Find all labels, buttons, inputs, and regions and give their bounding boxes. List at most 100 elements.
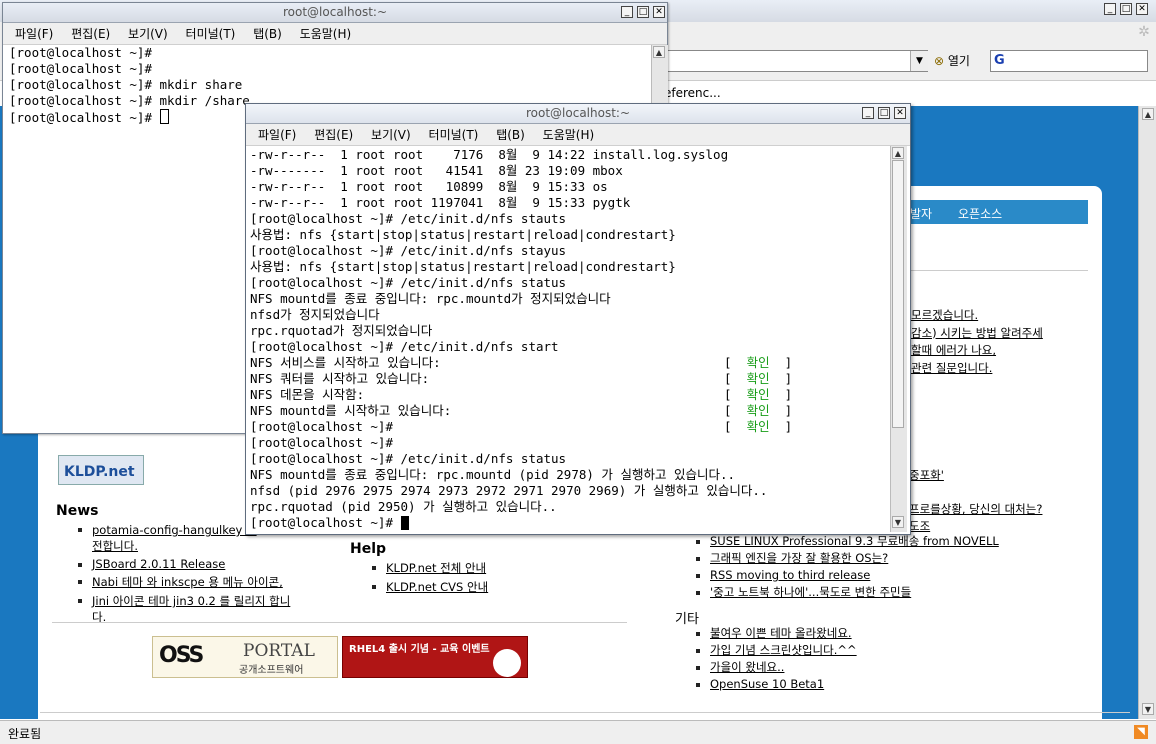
list-item[interactable]: 불여우 이쁜 테마 올라왔네요. — [696, 626, 857, 640]
throbber-icon: ✲ — [1138, 24, 1150, 40]
terminal-line: [root@localhost ~]# — [250, 435, 393, 450]
menu-help[interactable]: 도움말(H) — [543, 128, 595, 142]
scroll-up-arrow-icon[interactable]: ▲ — [892, 147, 904, 159]
search-box[interactable]: G — [990, 50, 1148, 72]
list-item[interactable]: JSBoard 2.0.11 Release — [78, 557, 338, 571]
terminal-line: [root@localhost ~]# mkdir share — [9, 77, 243, 92]
terminal-line: -rw-r--r-- 1 root root 1197041 8월 9 15:3… — [250, 195, 631, 210]
menu-edit[interactable]: 편집(E) — [71, 27, 110, 41]
terminal-2-title: root@localhost:~ — [525, 106, 631, 120]
url-dropdown-button[interactable]: ▼ — [910, 51, 928, 71]
rhel-banner[interactable]: RHEL4 출시 기념 - 교육 이벤트 — [342, 636, 528, 678]
google-icon: G — [994, 53, 1005, 68]
scroll-up-arrow-icon[interactable]: ▲ — [1142, 108, 1154, 120]
tab-partial[interactable]: 발자 — [910, 205, 932, 222]
list-item[interactable]: OpenSuse 10 Beta1 — [696, 677, 857, 691]
etc-title: 기타 — [675, 612, 699, 627]
rss-icon[interactable]: ◥ — [1134, 725, 1148, 739]
browser-maximize-button[interactable]: □ — [1120, 3, 1132, 15]
terminal-prompt-line: [root@localhost ~]# — [250, 515, 886, 531]
oss-portal-banner[interactable]: OSS PORTAL 공개소프트웨어 — [152, 636, 338, 678]
ok-status: 확인 — [746, 403, 770, 418]
terminal-1-titlebar[interactable]: root@localhost:~ — [3, 3, 667, 23]
menu-terminal[interactable]: 터미널(T) — [186, 27, 236, 41]
browser-scrollbar[interactable]: ▲ ▼ — [1138, 106, 1156, 719]
service-status-line: [root@localhost ~]#[ 확인 ] — [250, 419, 793, 434]
terminal-line: NFS mountd를 종료 중입니다: rpc.mountd (pid 297… — [250, 467, 736, 482]
terminal-2-minimize-button[interactable]: _ — [862, 107, 874, 119]
terminal-1-minimize-button[interactable]: _ — [621, 6, 633, 18]
terminal-line: [root@localhost ~]# /etc/init.d/nfs stay… — [250, 243, 567, 258]
oss-logo-icon: OSS — [159, 643, 204, 668]
list-item[interactable]: KLDP.net CVS 안내 — [372, 579, 488, 595]
list-item[interactable]: RSS moving to third release — [696, 568, 999, 582]
terminal-line: [root@localhost ~]# — [9, 45, 152, 60]
menu-file[interactable]: 파일(F) — [15, 27, 53, 41]
terminal-2-scrollbar[interactable]: ▲ ▼ — [890, 146, 907, 532]
list-item[interactable]: '중고 노트북 하나에'...묵도로 변한 주민들 — [696, 585, 999, 599]
terminal-line: -rw-r--r-- 1 root root 7176 8월 9 14:22 i… — [250, 147, 729, 162]
status-bar: 완료됨 ◥ — [0, 720, 1156, 744]
scroll-thumb[interactable] — [892, 160, 904, 428]
kldp-logo-text: KLDP.net — [64, 464, 135, 480]
go-icon: ⊗ — [934, 54, 945, 68]
scroll-down-arrow-icon[interactable]: ▼ — [892, 516, 904, 528]
list-item[interactable]: Jini 아이콘 테마 jin3 0.2 를 릴리지 합니 다. — [78, 593, 338, 625]
rhel-banner-text: RHEL4 출시 기념 - 교육 이벤트 — [349, 644, 490, 655]
list-item[interactable]: SUSE LINUX Professional 9.3 무료배송 from NO… — [696, 534, 999, 548]
list-item[interactable]: Nabi 테마 와 inkscpe 용 메뉴 아이콘, — [78, 574, 338, 590]
menu-terminal[interactable]: 터미널(T) — [429, 128, 479, 142]
scroll-down-arrow-icon[interactable]: ▼ — [1142, 703, 1154, 715]
menu-view[interactable]: 보기(V) — [371, 128, 411, 142]
terminal-2-close-button[interactable]: ✕ — [894, 107, 906, 119]
terminal-line: -rw-r--r-- 1 root root 10899 8월 9 15:33 … — [250, 179, 608, 194]
url-bar[interactable] — [640, 50, 928, 72]
list-item[interactable]: KLDP.net 전체 안내 — [372, 560, 488, 576]
service-status-line: NFS 서비스를 시작하고 있습니다:[ 확인 ] — [250, 355, 793, 370]
open-button[interactable]: ⊗ 열기 — [934, 52, 970, 70]
list-item[interactable]: 그래픽 엔진을 가장 잘 활용한 OS는? — [696, 551, 999, 565]
bookmark-link[interactable]: eferenc... — [664, 86, 721, 100]
menu-file[interactable]: 파일(F) — [258, 128, 296, 142]
terminal-2-maximize-button[interactable]: □ — [878, 107, 890, 119]
right-link[interactable]: 중포화' — [909, 466, 1042, 485]
service-status-line: NFS mountd를 시작하고 있습니다:[ 확인 ] — [250, 403, 793, 418]
right-link[interactable]: 관련 질문입니다. — [911, 360, 1043, 378]
news-title: News — [56, 503, 99, 519]
list-item[interactable]: 가입 기념 스크린샷입니다.^^ — [696, 643, 857, 657]
list-item[interactable]: 가을이 왔네요.. — [696, 660, 857, 674]
terminal-line: [root@localhost ~]# /etc/init.d/nfs stat… — [250, 275, 567, 290]
right-link[interactable]: 감소) 시키는 방법 알려주세 — [911, 325, 1043, 343]
browser-minimize-button[interactable]: _ — [1104, 3, 1116, 15]
service-status-line: NFS 쿼터를 시작하고 있습니다:[ 확인 ] — [250, 371, 793, 386]
terminal-line: nfsd (pid 2976 2975 2974 2973 2972 2971 … — [250, 483, 768, 498]
terminal-line: [root@localhost ~]# — [9, 61, 152, 76]
tab-opensource[interactable]: 오픈소스 — [958, 205, 1002, 222]
right-link[interactable]: 할때 에러가 나요, — [911, 342, 1043, 360]
menu-edit[interactable]: 편집(E) — [314, 128, 353, 142]
redhat-icon — [493, 649, 521, 677]
terminal-2-output[interactable]: -rw-r--r-- 1 root root 7176 8월 9 14:22 i… — [250, 147, 886, 533]
open-label: 열기 — [947, 54, 970, 68]
divider — [52, 622, 627, 623]
menu-tabs[interactable]: 탭(B) — [253, 27, 282, 41]
browser-close-button[interactable]: ✕ — [1136, 3, 1148, 15]
right-links-2: 중포화' 프로를상황, 당신의 대처는? 도조 — [909, 466, 1042, 536]
kldp-logo[interactable]: KLDP.net — [58, 455, 144, 485]
etc-list: 불여우 이쁜 테마 올라왔네요. 가입 기념 스크린샷입니다.^^ 가을이 왔네… — [696, 626, 857, 694]
scroll-up-arrow-icon[interactable]: ▲ — [653, 46, 665, 58]
text-cursor — [400, 516, 409, 530]
center-list: SUSE LINUX Professional 9.3 무료배송 from NO… — [696, 534, 999, 602]
terminal-line: nfsd가 정지되었습니다 — [250, 307, 380, 322]
right-link[interactable]: 모르겠습니다. — [911, 307, 1043, 325]
menu-help[interactable]: 도움말(H) — [300, 27, 352, 41]
oss-logo-sub: 공개소프트웨어 — [239, 665, 304, 676]
terminal-1-maximize-button[interactable]: □ — [637, 6, 649, 18]
ok-status: 확인 — [746, 419, 770, 434]
ok-status: 확인 — [746, 355, 770, 370]
terminal-2-titlebar[interactable]: root@localhost:~ — [246, 104, 910, 124]
menu-tabs[interactable]: 탭(B) — [496, 128, 525, 142]
help-title: Help — [350, 541, 387, 557]
terminal-1-close-button[interactable]: ✕ — [653, 6, 665, 18]
menu-view[interactable]: 보기(V) — [128, 27, 168, 41]
